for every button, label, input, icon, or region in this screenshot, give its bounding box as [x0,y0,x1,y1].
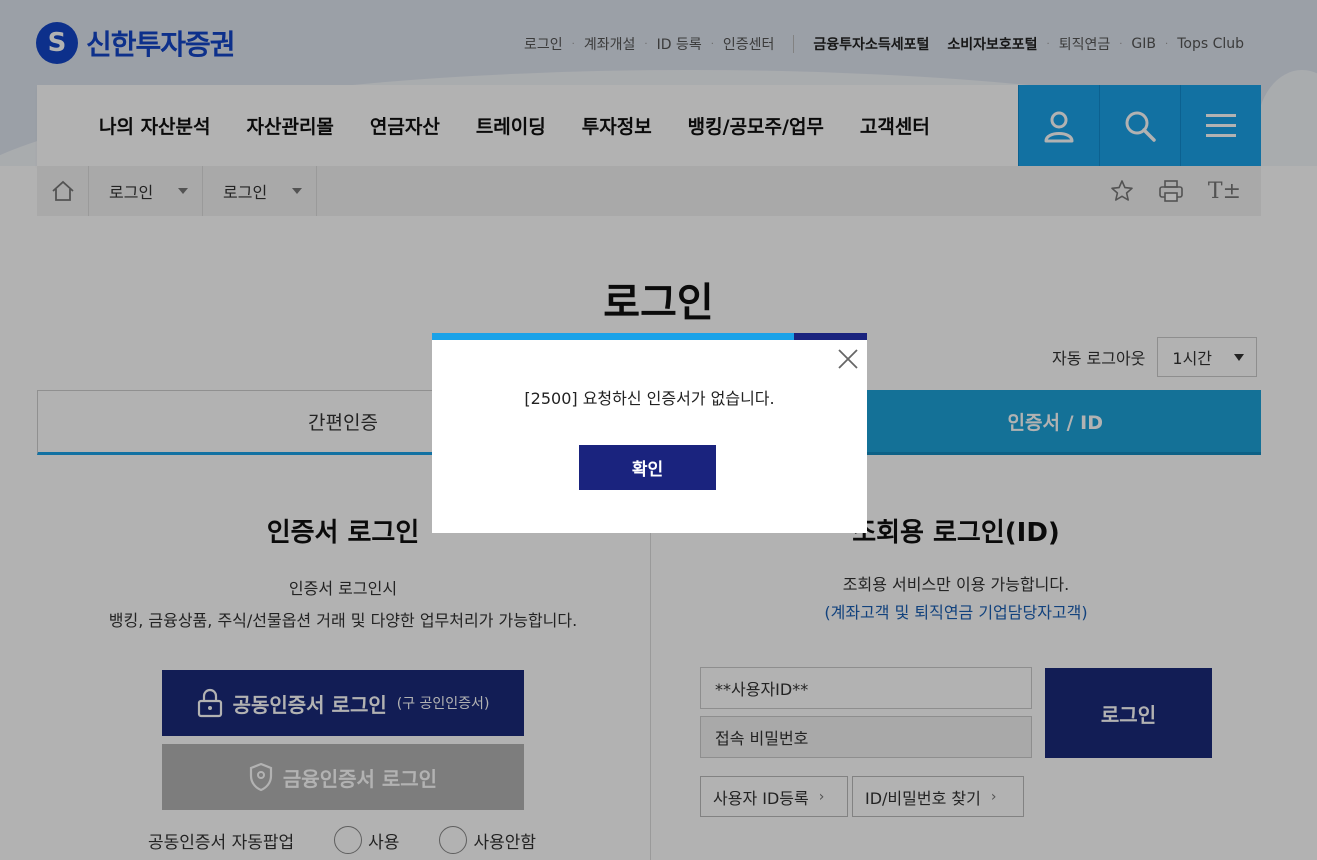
close-icon[interactable] [836,347,860,371]
dialog-top-bar [432,333,794,340]
confirm-label: 확인 [631,460,664,480]
dialog-message: [2500] 요청하신 인증서가 없습니다. [524,389,775,408]
dialog-top-bar-accent [794,333,867,340]
alert-dialog: [2500] 요청하신 인증서가 없습니다. 확인 [432,333,867,533]
confirm-button[interactable]: 확인 [579,445,716,490]
